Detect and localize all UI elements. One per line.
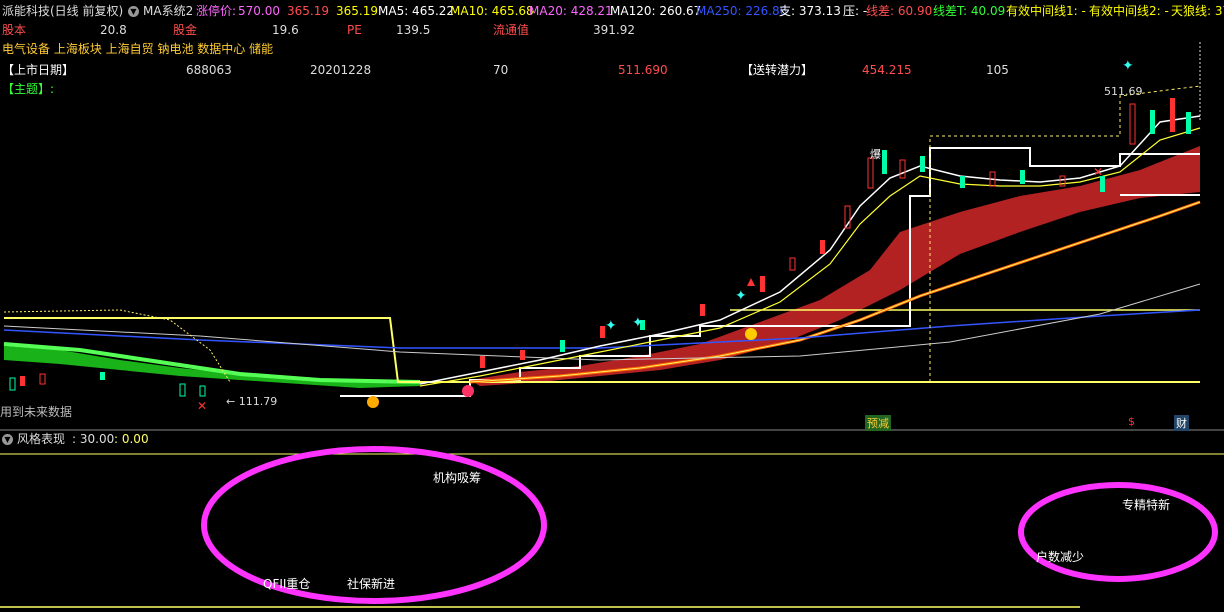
forecast-tag[interactable]: 预减 — [865, 415, 891, 431]
red-band — [470, 146, 1200, 386]
high-price-label: 511.69 — [1104, 85, 1143, 98]
ma5-line — [419, 115, 1201, 385]
indicator-header: ▼ 风格表现 : 30.00 : 0.00 — [0, 430, 400, 448]
annotation-social-security: 社保新进 — [347, 577, 396, 591]
indicator-value-1: : 30.00 — [72, 432, 115, 446]
finance-tag[interactable]: 财 — [1174, 415, 1189, 431]
butterfly-icon: ✦ — [1122, 58, 1134, 74]
boom-marker: 爆 — [870, 148, 881, 161]
annotation-specialized: 专精特新 — [1122, 498, 1171, 512]
dollar-tag[interactable]: $ — [1126, 415, 1137, 428]
indicator-name[interactable]: 风格表现 — [17, 430, 65, 448]
low-price-label: ← 111.79 — [226, 395, 278, 408]
butterfly-icon: ✦ — [632, 315, 644, 331]
white-step-line — [340, 147, 1200, 397]
dropdown-icon[interactable]: ▼ — [2, 430, 13, 448]
up-arrow-icon — [747, 278, 755, 286]
butterfly-icon: ✦ — [605, 318, 617, 334]
cross-icon: ✕ — [197, 399, 207, 413]
kline-chart[interactable]: ✦ ✦ ✦ ✦ ✕ ✕ — [0, 0, 1224, 612]
annotation-institution: 机构吸筹 — [433, 471, 482, 485]
cross-icon: ✕ — [1093, 165, 1103, 179]
annotation-holders-decrease: 户数减少 — [1036, 550, 1085, 564]
smiley-icon — [745, 328, 757, 340]
sell-signal-icon — [462, 385, 474, 397]
indicator-value-2: : 0.00 — [114, 432, 149, 446]
butterfly-icon: ✦ — [735, 288, 747, 304]
buy-signal-icon — [367, 396, 379, 408]
annotation-qfii: QFII重仓 — [263, 577, 311, 591]
future-data-note: 用到未来数据 — [0, 405, 73, 419]
